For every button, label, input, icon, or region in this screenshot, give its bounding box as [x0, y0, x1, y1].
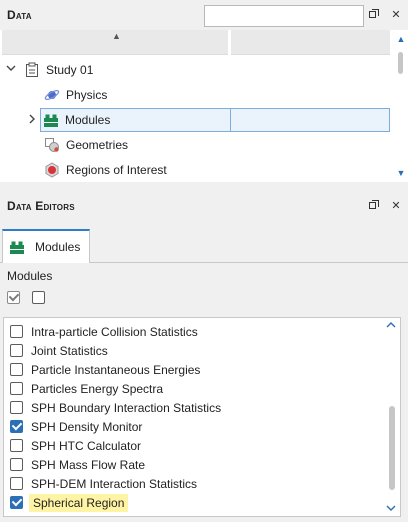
scroll-thumb[interactable]	[389, 406, 395, 490]
select-all-checkbox[interactable]	[7, 291, 20, 304]
module-list-item[interactable]: SPH-DEM Interaction Statistics	[10, 474, 199, 493]
chevron-right-icon[interactable]	[27, 114, 37, 127]
module-label: Intra-particle Collision Statistics	[31, 324, 198, 339]
module-checkbox[interactable]	[10, 325, 23, 338]
tree-item-geometries[interactable]: Geometries	[44, 133, 128, 157]
tree-item-regions[interactable]: Regions of Interest	[44, 158, 167, 182]
module-list-item[interactable]: Spherical Region	[10, 493, 129, 512]
tree-item-modules[interactable]: Modules	[40, 108, 390, 132]
module-label: Joint Statistics	[31, 343, 108, 358]
tab-modules[interactable]: Modules	[2, 229, 90, 264]
physics-icon	[44, 87, 60, 103]
data-panel-title: Data	[7, 8, 32, 22]
tree-item-label: Regions of Interest	[66, 163, 167, 177]
module-list-item[interactable]: SPH Boundary Interaction Statistics	[10, 398, 223, 417]
column-header-value[interactable]	[231, 30, 390, 55]
tree-item-label: Geometries	[66, 138, 129, 152]
close-icon[interactable]: ✕	[390, 200, 402, 212]
data-panel-header: Data ✕	[0, 0, 408, 30]
cell-divider	[230, 109, 231, 131]
close-icon[interactable]: ✕	[390, 9, 402, 21]
column-header-name[interactable]: ▲	[2, 30, 228, 55]
module-checkbox[interactable]	[10, 458, 23, 471]
editor-body: Modules Intra-particle Collision Statist…	[0, 263, 408, 522]
scroll-down-icon[interactable]	[386, 504, 396, 514]
module-checkbox[interactable]	[10, 382, 23, 395]
modules-icon	[9, 239, 25, 255]
scroll-down-icon[interactable]: ▼	[396, 168, 406, 178]
scroll-up-icon[interactable]	[386, 321, 396, 331]
editors-panel-title: Data Editors	[7, 199, 75, 213]
module-list-item[interactable]: SPH HTC Calculator	[10, 436, 143, 455]
tree-item-physics[interactable]: Physics	[44, 83, 107, 107]
restore-icon[interactable]	[368, 200, 380, 212]
tab-label: Modules	[35, 240, 81, 254]
data-tree: ▲ Study 01 Physics Modules Geometries Re…	[0, 30, 408, 182]
module-checkbox[interactable]	[10, 496, 23, 509]
sort-ascending-icon: ▲	[112, 31, 121, 41]
editor-tab-strip: Modules	[0, 225, 408, 264]
chevron-down-icon[interactable]	[6, 63, 16, 76]
data-tree-scrollbar[interactable]: ▲ ▼	[396, 30, 406, 182]
module-label: SPH Density Monitor	[31, 419, 143, 434]
module-list-item[interactable]: SPH Mass Flow Rate	[10, 455, 147, 474]
tree-item-label: Study 01	[46, 63, 94, 77]
tree-item-study[interactable]: Study 01	[6, 58, 94, 82]
module-label: SPH Boundary Interaction Statistics	[31, 400, 222, 415]
module-checkbox[interactable]	[10, 439, 23, 452]
module-label: Particles Energy Spectra	[31, 381, 164, 396]
study-icon	[24, 62, 40, 78]
module-checkbox[interactable]	[10, 363, 23, 376]
scroll-up-icon[interactable]: ▲	[396, 34, 406, 44]
module-label: Particle Instantaneous Energies	[31, 362, 201, 377]
module-label: SPH-DEM Interaction Statistics	[31, 476, 198, 491]
module-list-item[interactable]: Intra-particle Collision Statistics	[10, 322, 200, 341]
modules-icon	[43, 112, 59, 128]
bulk-selection-row	[7, 291, 45, 304]
module-list-item[interactable]: Particles Energy Spectra	[10, 379, 165, 398]
module-checkbox[interactable]	[10, 401, 23, 414]
module-label: SPH HTC Calculator	[31, 438, 142, 453]
module-list-item[interactable]: Particle Instantaneous Energies	[10, 360, 202, 379]
module-checkbox[interactable]	[10, 344, 23, 357]
module-checkbox[interactable]	[10, 420, 23, 433]
editors-panel-header: Data Editors ✕	[0, 191, 408, 221]
modules-list-scrollbar[interactable]	[386, 318, 398, 516]
module-list-item[interactable]: SPH Density Monitor	[10, 417, 144, 436]
modules-caption: Modules	[7, 269, 53, 283]
deselect-all-checkbox[interactable]	[32, 291, 45, 304]
restore-icon[interactable]	[368, 9, 380, 21]
module-label: Spherical Region	[29, 493, 129, 512]
tree-item-label: Modules	[65, 113, 111, 127]
module-label: SPH Mass Flow Rate	[31, 457, 146, 472]
module-list-item[interactable]: Joint Statistics	[10, 341, 110, 360]
regions-icon	[44, 162, 60, 178]
data-search-input[interactable]	[204, 5, 364, 27]
scroll-thumb[interactable]	[398, 52, 403, 74]
module-checkbox[interactable]	[10, 477, 23, 490]
tree-item-label: Physics	[66, 88, 108, 102]
geometries-icon	[44, 137, 60, 153]
modules-list[interactable]: Intra-particle Collision Statistics Joint…	[3, 317, 401, 517]
